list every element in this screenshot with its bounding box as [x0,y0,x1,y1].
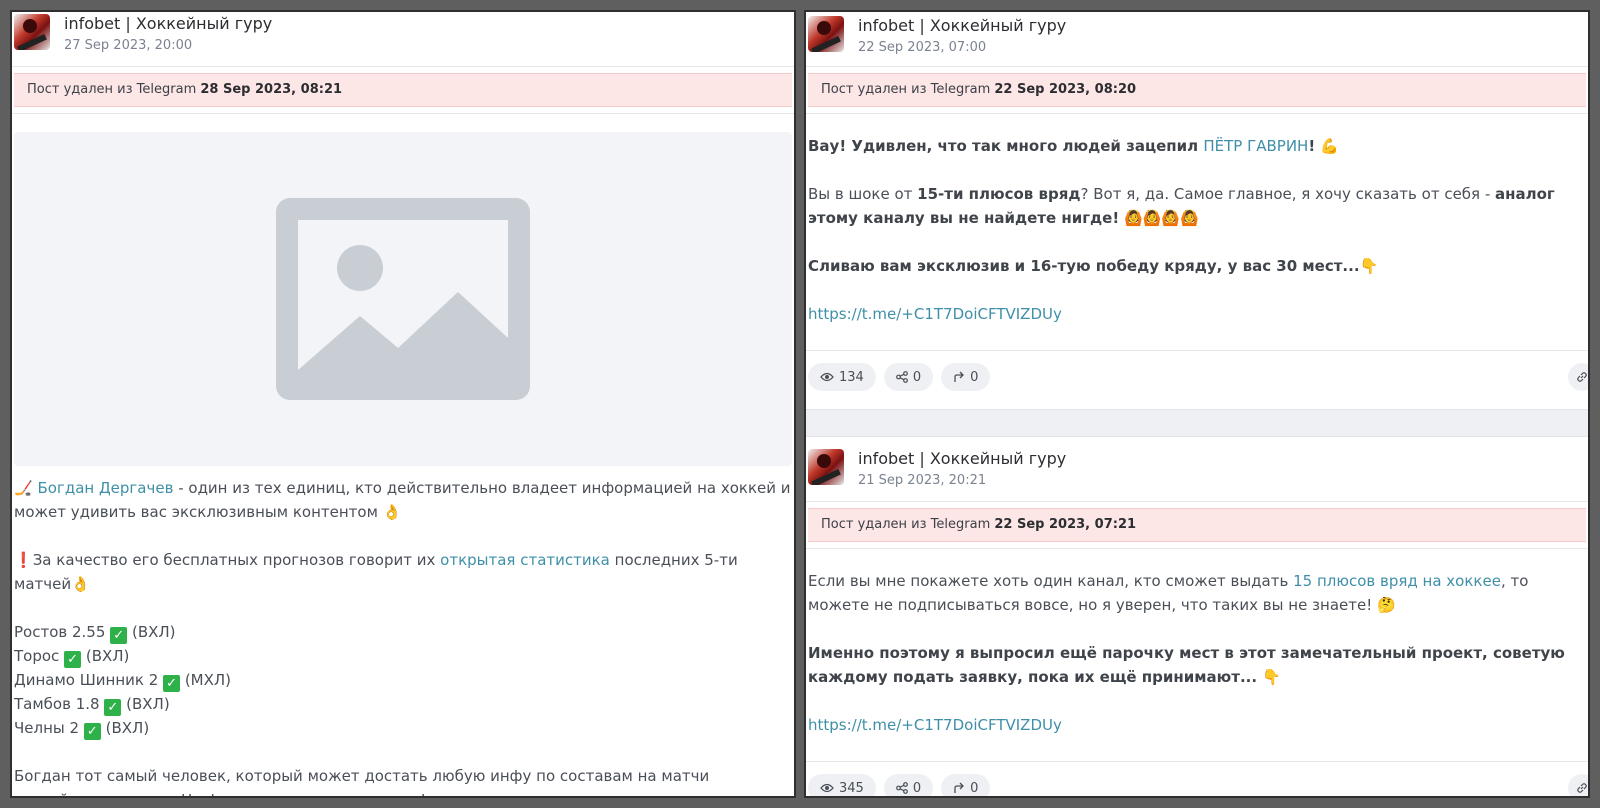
exclamation-icon: ❗ [14,551,33,569]
shares-counter[interactable]: 0 [883,774,934,796]
flexed-biceps-icon: 💪 [1319,137,1339,155]
deleted-label: Пост удален из Telegram [821,517,991,532]
pointing-down-icon: 👇 [1262,668,1281,686]
hashtag-link[interactable]: 15 плюсов вряд на хоккее [1293,572,1501,590]
link-icon [1577,372,1587,382]
paragraph: Если вы мне покажете хоть один канал, кт… [808,572,1529,614]
divider [806,548,1588,549]
mention-link[interactable]: Богдан Дергачев [37,479,173,497]
copy-link-button[interactable] [1568,774,1588,796]
check-icon: ✓ [104,699,122,716]
check-icon: ✓ [64,651,82,668]
list-item: Тамбов 1.8 ✓ (ВХЛ) [14,695,170,716]
channel-avatar[interactable] [808,16,844,52]
post-header: infobet | Хоккейный гуру 27 Sep 2023, 20… [12,12,794,66]
channel-avatar[interactable] [808,449,844,485]
paragraph: Сливаю вам эксклюзив и 16-тую победу кря… [808,257,1379,275]
views-counter[interactable]: 134 [808,363,876,391]
eye-icon [820,783,834,793]
channel-name[interactable]: infobet | Хоккейный гуру [858,449,1066,469]
paragraph: Вы в шоке от 15-ти плюсов вряд? Вот я, д… [808,185,1555,227]
eye-icon [820,372,834,382]
left-post-panel: infobet | Хоккейный гуру 27 Sep 2023, 20… [10,10,796,798]
mention-link[interactable]: ПЁТР ГАВРИН [1203,137,1308,155]
copy-link-button[interactable] [1568,363,1588,391]
deleted-notice: Пост удален из Telegram 22 Sep 2023, 07:… [808,508,1586,542]
forwards-counter[interactable]: 0 [941,363,991,391]
post-stats: 134 0 0 [806,355,1588,399]
ok-hand-icon: 👌 [71,575,90,593]
gesture-icons: 🙆🙆🙆🙆 [1119,209,1199,227]
paragraph: Именно поэтому я выпросил ещё парочку ме… [808,644,1565,686]
link-icon [1577,783,1587,793]
deleted-label: Пост удален из Telegram [821,82,991,97]
divider [806,66,1588,67]
views-counter[interactable]: 345 [808,774,876,796]
divider [12,66,794,67]
divider [12,113,794,114]
share-icon [895,371,908,383]
share-icon [895,782,908,794]
thinking-face-icon: 🤔 [1377,596,1396,614]
channel-name[interactable]: infobet | Хоккейный гуру [858,16,1066,36]
post-body: Вау! Удивлен, что так много людей зацепи… [806,134,1588,326]
forward-icon [954,782,965,793]
paragraph: Вау! Удивлен, что так много людей зацепи… [808,137,1339,155]
deleted-label: Пост удален из Telegram [27,82,197,97]
post-body: 🏒 Богдан Дергачев - один из тех единиц, … [12,476,794,796]
deleted-date: 22 Sep 2023, 07:21 [994,517,1137,532]
channel-name[interactable]: infobet | Хоккейный гуру [64,14,272,34]
deleted-notice: Пост удален из Telegram 28 Sep 2023, 08:… [14,73,792,107]
paragraph: ❗За качество его бесплатных прогнозов го… [14,548,792,596]
forwards-counter[interactable]: 0 [941,774,991,796]
post-date: 22 Sep 2023, 07:00 [858,40,987,55]
post-date: 21 Sep 2023, 20:21 [858,473,987,488]
paragraph: Богдан тот самый человек, который может … [14,767,710,796]
post-separator [806,409,1588,437]
paragraph: https://t.me/+C1T7DoiCFTVIZDUy [808,302,1586,326]
invite-link[interactable]: https://t.me/+C1T7DoiCFTVIZDUy [808,305,1062,323]
paragraph: 🏒 Богдан Дергачев - один из тех единиц, … [14,476,792,524]
ok-hand-icon: 👌 [382,503,402,521]
deleted-notice: Пост удален из Telegram 22 Sep 2023, 08:… [808,73,1586,107]
check-icon: ✓ [83,723,101,740]
image-placeholder-icon [276,198,530,400]
post-stats: 345 0 0 [806,766,1588,796]
post-image[interactable] [14,132,792,466]
list-item: Динамо Шинник 2 ✓ (МХЛ) [14,671,232,692]
hockey-stick-icon: 🏒 [14,479,33,497]
post-body: Если вы мне покажете хоть один канал, кт… [806,569,1588,737]
divider [806,501,1588,502]
pointing-down-icon: 👇 [1359,257,1379,275]
divider [806,350,1588,351]
statistics-link[interactable]: открытая статистика [440,551,610,569]
list-item: Челны 2 ✓ (ВХЛ) [14,719,150,740]
divider [806,113,1588,114]
check-icon: ✓ [163,675,181,692]
list-item: Ростов 2.55 ✓ (ВХЛ) [14,623,176,644]
paragraph: https://t.me/+C1T7DoiCFTVIZDUy [808,713,1586,737]
check-icon: ✓ [110,627,128,644]
shares-counter[interactable]: 0 [883,363,934,391]
invite-link[interactable]: https://t.me/+C1T7DoiCFTVIZDUy [808,716,1062,734]
list-item: Торос ✓ (ВХЛ) [14,647,130,668]
post-header: infobet | Хоккейный гуру 21 Sep 2023, 20… [806,437,1588,501]
match-list: Ростов 2.55 ✓ (ВХЛ) Торос ✓ (ВХЛ) Динамо… [14,620,792,740]
channel-avatar[interactable] [14,14,50,50]
divider [806,761,1588,762]
right-posts-panel: infobet | Хоккейный гуру 22 Sep 2023, 07… [804,10,1590,798]
post-date: 27 Sep 2023, 20:00 [64,38,193,53]
paragraph-text: За качество его бесплатных прогнозов гов… [32,551,441,569]
deleted-date: 28 Sep 2023, 08:21 [200,82,343,97]
deleted-date: 22 Sep 2023, 08:20 [994,82,1137,97]
forward-icon [954,371,965,382]
post-header: infobet | Хоккейный гуру 22 Sep 2023, 07… [806,12,1588,66]
